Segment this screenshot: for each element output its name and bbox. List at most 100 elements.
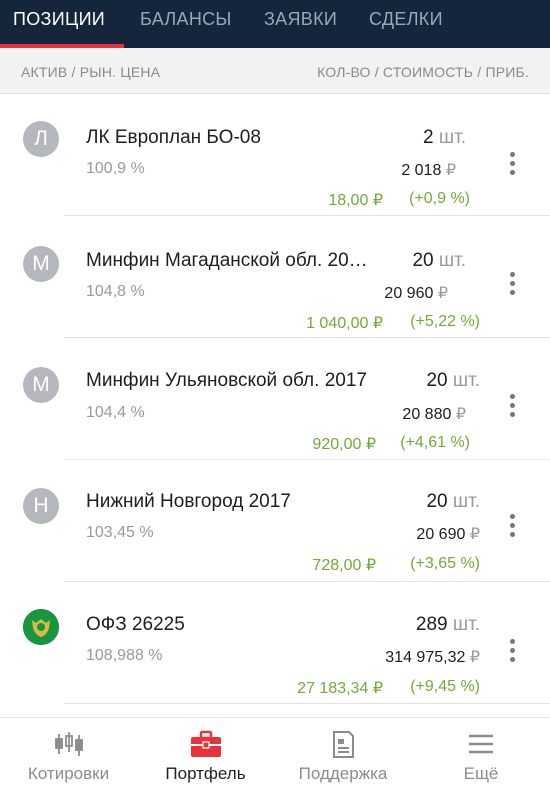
position-value: 2 018 ₽ (401, 160, 456, 180)
position-quantity: 20 шт. (426, 491, 480, 513)
market-price: 103,45 % (86, 524, 154, 542)
position-name: ОФЗ 26225 (86, 614, 185, 635)
value-amount: 20 880 (402, 406, 452, 423)
value-currency: ₽ (469, 526, 480, 543)
profit-amount: 920,00 (312, 436, 362, 453)
quantity-unit: шт. (438, 127, 466, 148)
nav-quotes[interactable]: Котировки (0, 718, 137, 790)
profit-percent: (+5,22 %) (410, 313, 480, 330)
position-quantity: 20 шт. (426, 370, 480, 392)
price-value: 108,988 (86, 647, 144, 664)
quantity-value: 20 (412, 250, 434, 271)
profit-currency: ₽ (372, 192, 383, 209)
column-header-quantity: КОЛ-ВО / СТОИМОСТЬ / ПРИБ. (317, 64, 529, 80)
price-value: 103,45 (86, 524, 135, 541)
quantity-value: 2 (423, 127, 434, 148)
profit-percent: (+9,45 %) (410, 678, 480, 695)
menu-icon (469, 734, 493, 754)
more-options-icon[interactable] (505, 152, 519, 180)
market-price: 108,988 % (86, 647, 163, 665)
avatar: М (23, 246, 59, 282)
nav-more[interactable]: Ещё (412, 718, 550, 790)
quantity-unit: шт. (452, 614, 480, 635)
nav-support[interactable]: Поддержка (274, 718, 412, 790)
value-currency: ₽ (445, 162, 456, 179)
price-unit: % (130, 160, 145, 177)
position-value: 20 960 ₽ (384, 283, 448, 303)
position-quantity: 20 шт. (412, 250, 466, 272)
position-row[interactable]: Н Нижний Новгород 2017 20 шт. 103,45 % 2… (0, 460, 550, 582)
tab-orders[interactable]: ЗАЯВКИ (264, 0, 337, 48)
position-profit: 920,00 ₽ (312, 434, 376, 454)
position-value: 20 690 ₽ (416, 524, 480, 544)
document-icon (333, 731, 354, 758)
candlestick-icon (54, 732, 83, 756)
more-options-icon[interactable] (505, 639, 519, 667)
position-row[interactable]: М Минфин Магаданской обл. 20… 20 шт. 104… (0, 216, 550, 338)
price-unit: % (130, 404, 145, 421)
profit-amount: 27 183,34 (297, 680, 369, 697)
profit-percent: (+0,9 %) (409, 190, 470, 207)
row-divider (64, 703, 550, 704)
value-currency: ₽ (437, 285, 448, 302)
nav-support-label: Поддержка (298, 764, 388, 783)
value-currency: ₽ (455, 406, 466, 423)
quantity-unit: шт. (438, 250, 466, 271)
top-tab-bar: ПОЗИЦИИ БАЛАНСЫ ЗАЯВКИ СДЕЛКИ (0, 0, 550, 48)
profit-currency: ₽ (372, 315, 383, 332)
quantity-value: 20 (426, 491, 448, 512)
price-value: 100,9 (86, 160, 127, 177)
market-price: 104,4 % (86, 404, 145, 422)
more-options-icon[interactable] (505, 514, 519, 542)
avatar: Н (23, 488, 59, 524)
position-value: 20 880 ₽ (402, 404, 466, 424)
bottom-navigation: Котировки Портфель Поддержка Ещё (0, 717, 550, 790)
position-profit: 18,00 ₽ (328, 190, 383, 210)
tab-balances[interactable]: БАЛАНСЫ (140, 0, 232, 48)
position-name: ЛК Европлан БО-08 (86, 127, 261, 148)
profit-amount: 1 040,00 (306, 315, 369, 332)
positions-list[interactable]: Л ЛК Европлан БО-08 2 шт. 100,9 % 2 018 … (0, 94, 550, 717)
avatar: Л (23, 121, 59, 157)
position-name: Нижний Новгород 2017 (86, 491, 291, 512)
profit-currency: ₽ (365, 557, 376, 574)
position-profit: 728,00 ₽ (312, 555, 376, 575)
price-unit: % (139, 524, 154, 541)
position-profit: 27 183,34 ₽ (297, 678, 383, 698)
profit-percent: (+3,65 %) (410, 555, 480, 572)
value-amount: 2 018 (401, 162, 442, 179)
market-price: 100,9 % (86, 160, 145, 178)
profit-amount: 18,00 (328, 192, 369, 209)
profit-amount: 728,00 (312, 557, 362, 574)
position-row[interactable]: ОФЗ 26225 289 шт. 108,988 % 314 975,32 ₽… (0, 582, 550, 704)
price-unit: % (148, 647, 163, 664)
market-price: 104,8 % (86, 283, 145, 301)
tab-deals[interactable]: СДЕЛКИ (369, 0, 443, 48)
position-quantity: 2 шт. (423, 127, 466, 149)
coat-of-arms-icon (23, 609, 59, 645)
value-amount: 20 690 (416, 526, 466, 543)
position-row[interactable]: Л ЛК Европлан БО-08 2 шт. 100,9 % 2 018 … (0, 94, 550, 216)
quantity-unit: шт. (452, 491, 480, 512)
nav-portfolio-label: Портфель (165, 764, 246, 783)
position-name: Минфин Магаданской обл. 20… (86, 250, 368, 271)
profit-currency: ₽ (365, 436, 376, 453)
tab-positions[interactable]: ПОЗИЦИИ (13, 0, 105, 48)
more-options-icon[interactable] (505, 272, 519, 300)
position-name: Минфин Ульяновской обл. 2017 (86, 370, 367, 391)
more-options-icon[interactable] (505, 394, 519, 422)
column-header: АКТИВ / РЫН. ЦЕНА КОЛ-ВО / СТОИМОСТЬ / П… (0, 48, 550, 94)
quantity-value: 289 (415, 614, 448, 635)
value-amount: 314 975,32 (385, 649, 466, 666)
column-header-asset: АКТИВ / РЫН. ЦЕНА (21, 64, 161, 80)
quantity-value: 20 (426, 370, 448, 391)
position-value: 314 975,32 ₽ (385, 647, 480, 667)
position-row[interactable]: М Минфин Ульяновской обл. 2017 20 шт. 10… (0, 338, 550, 460)
nav-portfolio[interactable]: Портфель (137, 718, 274, 790)
price-value: 104,8 (86, 283, 127, 300)
nav-quotes-label: Котировки (27, 764, 110, 783)
avatar: М (23, 367, 59, 403)
profit-percent: (+4,61 %) (400, 434, 470, 451)
briefcase-icon (190, 730, 221, 757)
price-value: 104,4 (86, 404, 127, 421)
